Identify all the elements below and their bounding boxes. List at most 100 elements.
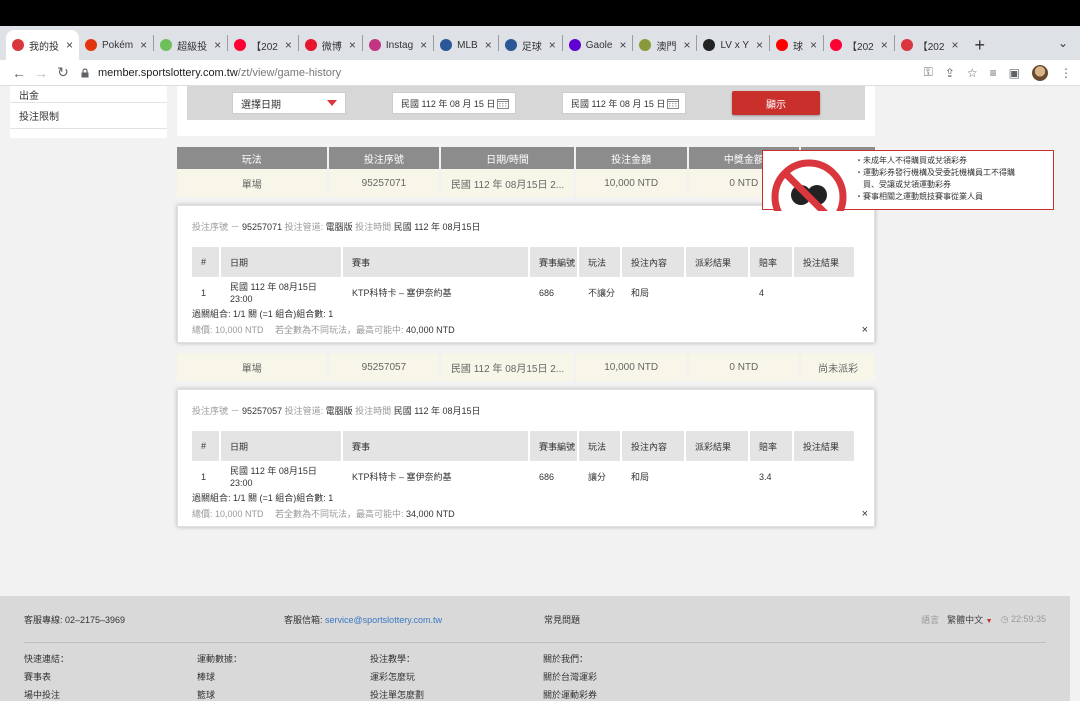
new-tab-button[interactable]: + [964, 30, 995, 60]
warning-line: ・賽事相關之運動競技賽事從業人員 [855, 192, 983, 201]
footer-link[interactable]: 籃球 [197, 688, 370, 701]
channel-label: 投注管道: [284, 406, 324, 416]
serial-value: 95257071 [242, 222, 283, 232]
serial-label: 投注序號 － [192, 406, 240, 416]
bet-detail-panel: 投注序號 － 95257071 投注管道: 電腦版 投注時間 民國 112 年 … [177, 205, 875, 343]
close-icon[interactable]: × [349, 38, 356, 52]
browser-tab[interactable]: MLB × [434, 30, 498, 60]
footer-link[interactable]: 場中投注 [24, 688, 197, 701]
close-icon[interactable]: × [862, 508, 868, 520]
column-header: # [192, 431, 219, 461]
footer-lang-clock: 語言 繁體中文 ▼ ◷ 22:59:35 [921, 613, 1046, 626]
date-range-select[interactable]: 選擇日期 [232, 92, 346, 114]
footer-column: 投注教學： 運彩怎麼玩 投注單怎麼劃 [370, 652, 543, 701]
close-icon[interactable]: × [951, 38, 958, 52]
browser-tab[interactable]: 【202 × [228, 30, 298, 60]
close-icon[interactable]: × [285, 38, 292, 52]
close-icon[interactable]: × [420, 38, 427, 52]
date-from-input[interactable]: 民國 112 年 08 月 15 日 [392, 92, 516, 114]
reload-icon[interactable]: ↻ [52, 64, 74, 81]
tab-title: Pokém [102, 39, 134, 51]
back-icon[interactable]: ← [8, 65, 30, 81]
date-to-input[interactable]: 民國 112 年 08 月 15 日 [562, 92, 686, 114]
table-cell: 4 [759, 288, 765, 298]
footer-link[interactable]: 賽事表 [24, 670, 197, 683]
clock-value: 22:59:35 [1010, 613, 1046, 624]
sidebar-item-withdraw[interactable]: 出金 [10, 86, 167, 103]
close-icon[interactable]: × [619, 38, 626, 52]
column-header: 日期/時間 [441, 147, 574, 169]
footer-mail-link[interactable]: service@sportslottery.com.tw [325, 615, 442, 625]
browser-tab[interactable]: 微博 × [299, 30, 362, 60]
column-header: 派彩結果 [686, 247, 748, 277]
browser-tab[interactable]: Instag × [363, 30, 433, 60]
filter-box: 選擇日期 民國 112 年 08 月 15 日 民國 112 年 08 月 15… [177, 86, 875, 136]
tab-title: 超級投 [177, 41, 208, 53]
close-icon[interactable]: × [214, 38, 221, 52]
browser-tab[interactable]: 球 × [770, 30, 823, 60]
column-header: 玩法 [579, 247, 620, 277]
tab-search-chevron-icon[interactable]: ⌄ [1058, 36, 1068, 50]
footer-link[interactable]: 棒球 [197, 670, 370, 683]
browser-tab[interactable]: Pokém × [79, 30, 153, 60]
footer-column-title: 關於我們： [543, 654, 589, 664]
column-header: 玩法 [177, 147, 327, 169]
column-header: 賽事 [343, 247, 528, 277]
table-cell: 95257057 [328, 353, 440, 381]
close-icon[interactable]: × [756, 38, 763, 52]
language-select[interactable]: 繁體中文 ▼ [947, 613, 992, 626]
close-icon[interactable]: × [140, 38, 147, 52]
close-icon[interactable]: × [66, 38, 73, 52]
footer-column: 運動數據： 棒球 籃球 [197, 652, 370, 701]
warning-line: 買、受讓或兌領運動彩券 [855, 180, 951, 189]
max-payout-value: 40,000 NTD [406, 325, 455, 335]
key-icon[interactable]: ⚿ [924, 65, 933, 80]
close-icon[interactable]: × [810, 38, 817, 52]
close-icon[interactable]: × [881, 38, 888, 52]
profile-avatar[interactable] [1032, 64, 1048, 81]
clock: ◷ 22:59:35 [1001, 614, 1046, 625]
browser-tab[interactable]: 足球 × [499, 30, 562, 60]
footer-link[interactable]: 投注單怎麼劃 [370, 688, 543, 701]
time-label: 投注時間 [355, 222, 392, 232]
bet-meta: 投注序號 － 95257071 投注管道: 電腦版 投注時間 民國 112 年 … [192, 220, 860, 233]
browser-tab[interactable]: 【202 × [824, 30, 894, 60]
bet-detail-panel: 投注序號 － 95257057 投注管道: 電腦版 投注時間 民國 112 年 … [177, 389, 875, 527]
detail-table-row: 1 民國 112 年 08月15日 23:00 KTP科特卡 – 塞伊奈約基 686 不… [192, 281, 860, 305]
table-row[interactable]: 單場 95257057 民國 112 年 08月15日 2... 10,000 NTD… [177, 353, 875, 381]
table-cell: 10,000 NTD [575, 169, 687, 197]
footer-link[interactable]: 關於台灣運彩 [543, 670, 716, 683]
table-cell: 民國 112 年 08月15日 2... [441, 353, 574, 381]
close-icon[interactable]: × [549, 38, 556, 52]
close-icon[interactable]: × [862, 324, 868, 336]
tab-favicon-icon [160, 39, 173, 51]
menu-icon[interactable]: ⋮ [1060, 66, 1072, 80]
column-header: # [192, 247, 219, 277]
warning-line: ・未成年人不得購買或兌領彩券 [855, 156, 967, 165]
forward-icon[interactable]: → [30, 65, 52, 81]
tab-favicon-icon [639, 39, 652, 51]
browser-tab[interactable]: 澳門 × [633, 30, 696, 60]
browser-tab[interactable]: 超級投 × [154, 30, 227, 60]
browser-tab[interactable]: Gaole × [563, 30, 633, 60]
show-button[interactable]: 顯示 [732, 91, 820, 115]
star-icon[interactable]: ☆ [967, 66, 978, 80]
footer-link[interactable]: 運彩怎麼玩 [370, 670, 543, 683]
footer-link[interactable]: 關於運動彩券 [543, 688, 716, 701]
browser-tab[interactable]: LV x Y × [697, 30, 769, 60]
close-icon[interactable]: × [683, 38, 690, 52]
browser-tab[interactable]: 我的投 × [6, 30, 80, 60]
url-omnibox[interactable]: member.sportslottery.com.tw/zt/view/game… [80, 62, 924, 84]
time-label: 投注時間 [355, 406, 392, 416]
close-icon[interactable]: × [485, 38, 492, 52]
tab-favicon-icon [504, 39, 517, 51]
date-from-value: 民國 112 年 08 月 15 日 [401, 98, 496, 109]
reading-list-icon[interactable]: ≡ [990, 66, 997, 80]
browser-tab[interactable]: 【202 × [895, 30, 965, 60]
sidebar-item-bet-limit[interactable]: 投注限制 [10, 103, 167, 129]
footer-faq-link[interactable]: 常見問題 [544, 613, 580, 626]
share-icon[interactable]: ⇪ [945, 66, 955, 80]
side-panel-icon[interactable]: ▣ [1009, 66, 1020, 80]
table-cell [794, 281, 854, 305]
column-header: 投注內容 [622, 247, 684, 277]
